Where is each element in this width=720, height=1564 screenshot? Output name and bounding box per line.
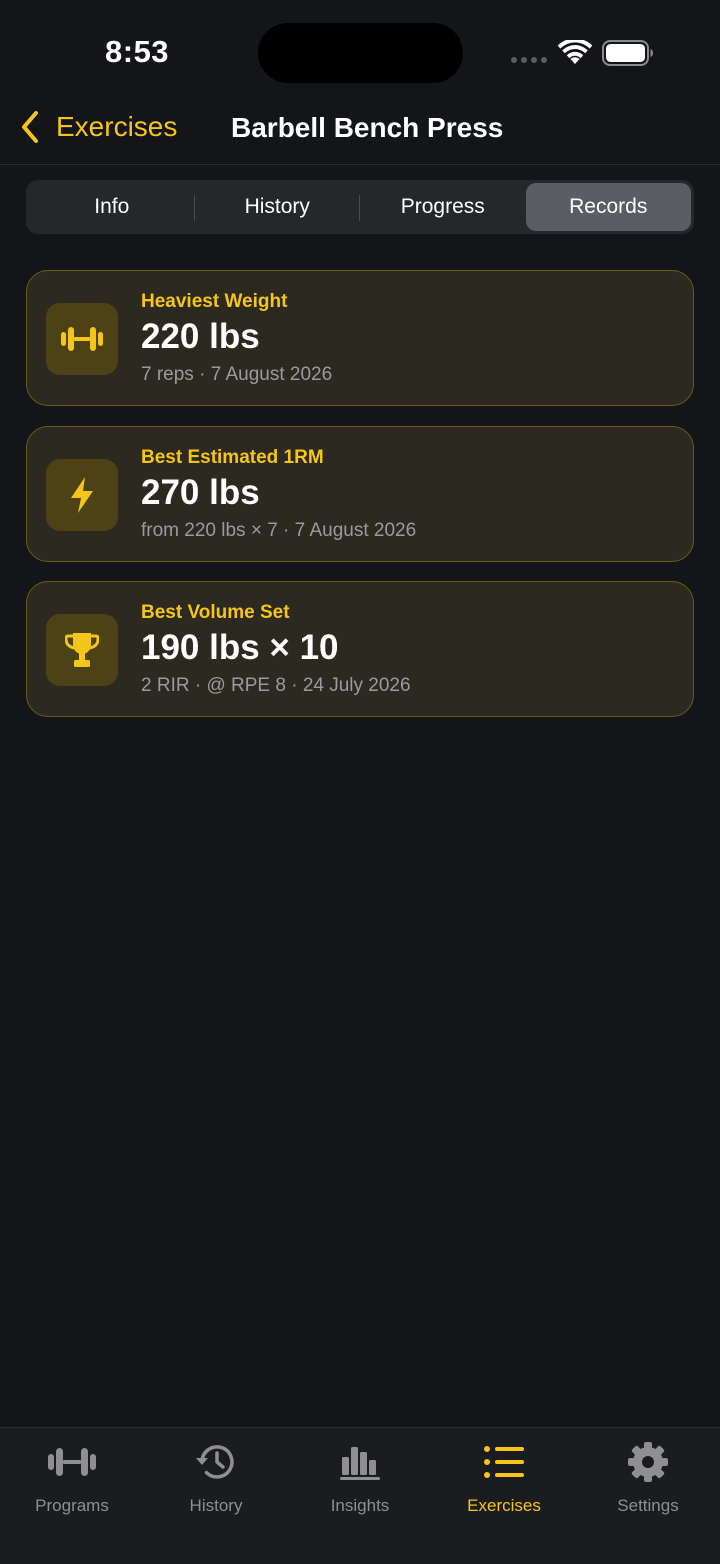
tab-label: History [189,1496,243,1515]
chevron-left-icon [22,111,38,143]
bolt-icon [46,459,118,531]
record-detail: 7 reps · 7 August 2026 [141,364,333,385]
back-button[interactable]: Exercises [20,110,177,144]
record-label: Best Volume Set [141,602,290,623]
dumbbell-icon [46,303,118,375]
tab-label: Programs [35,1496,109,1515]
battery-icon [602,40,654,71]
record-label: Heaviest Weight [141,291,288,312]
tab-history[interactable]: History [144,1428,288,1564]
record-value: 190 lbs × 10 [141,628,339,667]
back-button-label: Exercises [56,111,178,142]
tab-label: Insights [330,1496,390,1515]
record-detail: 2 RIR · @ RPE 8 · 24 July 2026 [141,675,411,696]
segment-info[interactable]: Info [29,183,195,231]
record-value: 270 lbs [141,473,260,512]
navigation-bar: Exercises Barbell Bench Press [0,100,720,165]
status-time: 8:53 [105,34,170,69]
tab-label: Settings [617,1496,679,1515]
tab-insights[interactable]: Insights [288,1428,432,1564]
segment-progress[interactable]: Progress [360,183,526,231]
segment-records[interactable]: Records [525,183,691,231]
record-card-best-volume-set[interactable]: Best Volume Set 190 lbs × 10 2 RIR · @ R… [26,581,694,717]
tab-programs[interactable]: Programs [0,1428,144,1564]
tab-label: Exercises [467,1496,541,1515]
bar-chart-icon [339,1440,381,1484]
wifi-icon [557,38,593,71]
record-label: Best Estimated 1RM [141,447,324,468]
screen: 8:53 Exercises Barbell Bench Press Info [0,0,720,1564]
page-title: Barbell Bench Press [231,112,504,143]
cellular-signal-icon [511,57,547,63]
clock-history-icon [194,1440,238,1484]
record-card-heaviest-weight[interactable]: Heaviest Weight 220 lbs 7 reps · 7 Augus… [26,270,694,406]
gear-icon [627,1440,669,1484]
dumbbell-icon [47,1440,97,1484]
record-value: 220 lbs [141,317,260,356]
list-icon [483,1440,525,1484]
segmented-control: Info History Progress Records [26,180,694,234]
segment-history[interactable]: History [195,183,361,231]
record-card-best-estimated-1rm[interactable]: Best Estimated 1RM 270 lbs from 220 lbs … [26,426,694,562]
tab-settings[interactable]: Settings [576,1428,720,1564]
dynamic-island [258,23,463,83]
tab-exercises[interactable]: Exercises [432,1428,576,1564]
record-detail: from 220 lbs × 7 · 7 August 2026 [141,520,417,541]
trophy-icon [46,614,118,686]
tab-bar: Programs History Insights Exercises Sett… [0,1427,720,1564]
